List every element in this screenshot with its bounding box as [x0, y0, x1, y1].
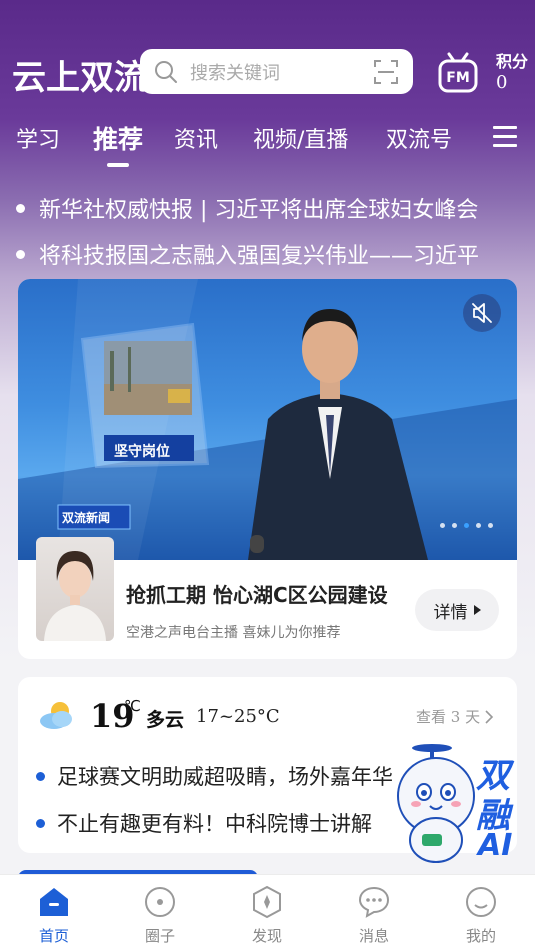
bullet-dot [36, 818, 45, 828]
app-title: 云上双流 [12, 58, 148, 98]
mute-icon [472, 303, 492, 323]
nav-messages[interactable]: 消息 [334, 885, 414, 946]
points-value: 0 [496, 72, 508, 93]
headline-text: 将科技报国之志融入强国复兴伟业——习近平 [39, 244, 480, 269]
carousel-dot-active [464, 523, 469, 528]
video-card-subtitle: 空港之声电台主播 喜妹儿为你推荐 [126, 625, 341, 641]
svg-text:FM: FM [446, 70, 470, 86]
channel-tabs: 学习 推荐 资讯 视频/直播 双流号 [0, 122, 535, 162]
weather-news-text: 不止有趣更有料！中科院博士讲解 [57, 812, 372, 836]
carousel-dot [440, 523, 445, 528]
nav-label: 首页 [38, 927, 69, 945]
temperature-range: 17~25°C [196, 706, 280, 727]
mute-button[interactable] [463, 294, 501, 332]
circle-icon [145, 887, 175, 917]
profile-icon [466, 887, 496, 917]
headline-item[interactable]: 将科技报国之志融入强国复兴伟业——习近平 [16, 238, 516, 270]
video-card-title[interactable]: 抢抓工期 怡心湖C区公园建设 [126, 579, 416, 608]
carousel-dot [488, 523, 493, 528]
forecast-link-label: 查看 3 天 [416, 708, 481, 726]
scan-icon[interactable] [373, 59, 399, 85]
fm-radio-icon[interactable]: FM [437, 52, 479, 94]
menu-icon[interactable] [493, 126, 517, 148]
forecast-link[interactable]: 查看 3 天 [416, 706, 494, 727]
overlay-badge: 双流新闻 [62, 511, 111, 525]
nav-label: 圈子 [144, 927, 175, 945]
nav-label: 发现 [251, 927, 282, 945]
nav-profile[interactable]: 我的 [441, 885, 521, 946]
detail-label: 详情 [433, 602, 468, 623]
nav-home[interactable]: 首页 [14, 885, 94, 946]
search-icon [155, 60, 177, 83]
weather-news-item[interactable]: 不止有趣更有料！中科院博士讲解 [36, 808, 416, 838]
featured-video-card[interactable]: 坚守岗位 双流新闻 抢抓工期 怡心湖C区公园建设 空港之声电台主播 喜妹儿为你推… [18, 279, 517, 659]
ai-assistant-float[interactable]: 双 融 AI [394, 740, 532, 868]
tab-study[interactable]: 学习 [16, 122, 60, 154]
video-player[interactable]: 坚守岗位 双流新闻 [18, 279, 517, 560]
bullet-dot [36, 771, 45, 781]
bottom-navigation: 首页 圈子 发现 消息 我的 [0, 874, 535, 951]
weather-condition: 多云 [146, 709, 185, 731]
carousel-dot [452, 523, 457, 528]
nav-label: 我的 [465, 927, 496, 945]
partly-cloudy-icon [40, 702, 72, 729]
tab-news[interactable]: 资讯 [174, 122, 218, 154]
nav-label: 消息 [358, 927, 389, 945]
tab-recommend[interactable]: 推荐 [93, 120, 143, 156]
host-avatar [36, 537, 114, 641]
overlay-caption: 坚守岗位 [114, 444, 170, 460]
nav-circle[interactable]: 圈子 [120, 885, 200, 946]
carousel-dots [440, 523, 493, 528]
chevron-right-icon [485, 709, 494, 724]
ai-label-line3: AI [478, 828, 513, 863]
bullet-dot [16, 203, 25, 213]
active-tab-indicator [107, 163, 129, 167]
weather-news-text: 足球赛文明助威超吸睛，场外嘉年华 [57, 765, 393, 789]
play-arrow-icon [473, 605, 481, 615]
weather-news-item[interactable]: 足球赛文明助威超吸睛，场外嘉年华 [36, 761, 416, 791]
compass-icon [253, 885, 281, 919]
tab-shuangliu-account[interactable]: 双流号 [386, 122, 452, 154]
bullet-dot [16, 249, 25, 259]
search-box[interactable]: 搜索关键词 [140, 49, 413, 94]
detail-button[interactable]: 详情 [415, 589, 499, 631]
carousel-dot [476, 523, 481, 528]
search-placeholder: 搜索关键词 [190, 62, 280, 84]
tab-video-live[interactable]: 视频/直播 [253, 122, 348, 154]
home-icon [40, 888, 68, 916]
headline-text: 新华社权威快报 | 习近平将出席全球妇女峰会 [39, 198, 479, 223]
headline-item[interactable]: 新华社权威快报 | 习近平将出席全球妇女峰会 [16, 192, 516, 224]
temperature-unit: ℃ [124, 697, 141, 715]
message-icon [358, 886, 390, 918]
points-label[interactable]: 积分 [496, 48, 528, 72]
nav-discover[interactable]: 发现 [227, 885, 307, 946]
